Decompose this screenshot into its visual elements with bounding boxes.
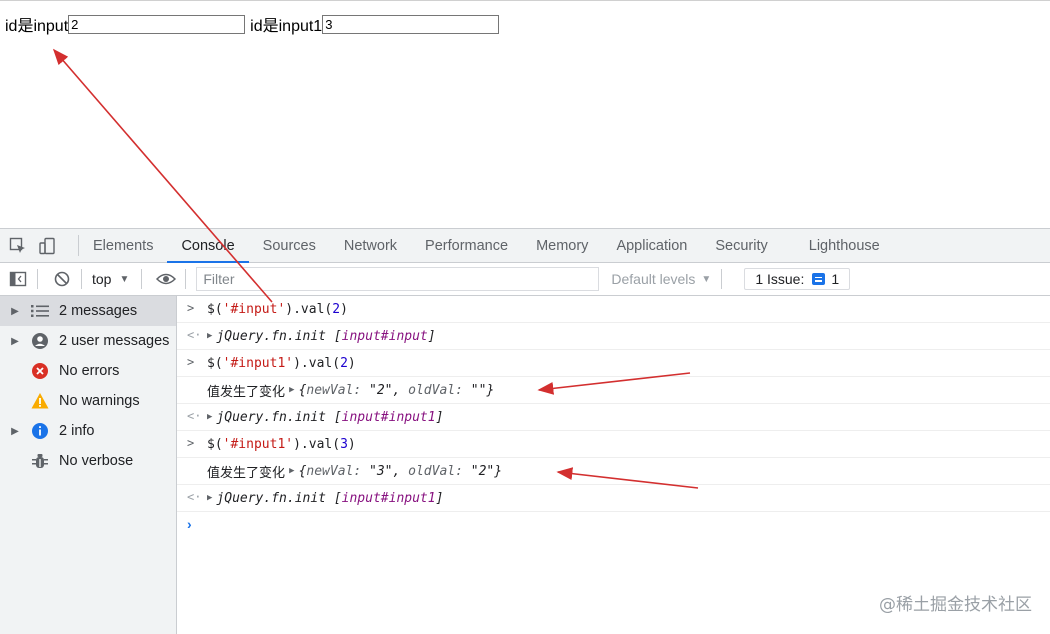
page-content: id是input id是input1 xyxy=(0,0,1050,229)
context-selector[interactable]: top ▼ xyxy=(88,271,135,287)
info-icon xyxy=(29,420,51,442)
chevron-down-icon: ▼ xyxy=(701,273,712,285)
input-chevron-icon: > xyxy=(187,436,195,450)
levels-label: Default levels xyxy=(611,271,696,287)
tab-performance[interactable]: Performance xyxy=(411,229,522,262)
console-result[interactable]: <· ▶ jQuery.fn.init [input#input1] xyxy=(177,404,1050,431)
sidebar-item-warnings[interactable]: No warnings xyxy=(0,386,176,416)
inspect-element-icon[interactable] xyxy=(7,235,29,257)
live-expression-eye-icon[interactable] xyxy=(153,266,179,292)
log-levels-dropdown[interactable]: Default levels ▼ xyxy=(611,271,711,287)
watermark: @稀土掘金技术社区 xyxy=(879,595,1032,615)
input-chevron-icon: > xyxy=(187,301,195,315)
input-label: id是input xyxy=(5,18,69,35)
expand-triangle-icon[interactable]: ▶ xyxy=(207,493,212,503)
devtools-tabbar: Elements Console Sources Network Perform… xyxy=(0,229,1050,263)
input-chevron-icon: > xyxy=(187,355,195,369)
console-result[interactable]: <· ▶ jQuery.fn.init [input#input] xyxy=(177,323,1050,350)
expand-triangle-icon[interactable]: ▶ xyxy=(289,385,294,395)
console-log[interactable]: 值发生了变化 ▶{newVal: "2", oldVal: ""} xyxy=(177,377,1050,404)
sidebar-item-label: 2 info xyxy=(59,423,95,439)
clear-console-icon[interactable] xyxy=(49,266,75,292)
input-row: id是input id是input1 xyxy=(5,12,500,36)
chevron-down-icon: ▼ xyxy=(119,273,130,285)
sidebar-item-label: No warnings xyxy=(59,393,140,409)
input1-label: id是input1 xyxy=(250,18,323,35)
bug-icon xyxy=(29,450,51,472)
console-toolbar: top ▼ Filter Default levels ▼ 1 Issue: 1 xyxy=(0,263,1050,296)
tab-elements[interactable]: Elements xyxy=(79,229,167,262)
console-result[interactable]: <· ▶ jQuery.fn.init [input#input1] xyxy=(177,485,1050,512)
return-arrow-icon: <· xyxy=(187,409,202,423)
expand-triangle-icon[interactable]: ▶ xyxy=(207,412,212,422)
sidebar-item-messages[interactable]: ▶ 2 messages xyxy=(0,296,176,326)
tab-lighthouse[interactable]: Lighthouse xyxy=(782,229,894,262)
issue-message-icon xyxy=(812,273,826,285)
console-prompt[interactable]: › xyxy=(177,512,1050,536)
sidebar-item-label: 2 messages xyxy=(59,303,138,319)
tab-application[interactable]: Application xyxy=(602,229,701,262)
expand-triangle-icon[interactable]: ▶ xyxy=(207,331,212,341)
tab-memory[interactable]: Memory xyxy=(522,229,602,262)
sidebar-item-user-messages[interactable]: ▶ 2 user messages xyxy=(0,326,176,356)
console-command[interactable]: > $('#input1').val(3) xyxy=(177,431,1050,458)
sidebar-item-label: No errors xyxy=(59,363,120,379)
console-command[interactable]: > $('#input1').val(2) xyxy=(177,350,1050,377)
expand-arrow-icon[interactable]: ▶ xyxy=(7,306,23,317)
prompt-chevron-icon: › xyxy=(187,516,192,532)
expand-triangle-icon[interactable]: ▶ xyxy=(289,466,294,476)
sidebar-item-errors[interactable]: No errors xyxy=(0,356,176,386)
issues-button[interactable]: 1 Issue: 1 xyxy=(744,268,851,290)
sidebar-item-verbose[interactable]: No verbose xyxy=(0,446,176,476)
devtools-panel: Elements Console Sources Network Perform… xyxy=(0,228,1050,634)
issues-count: 1 xyxy=(831,271,840,287)
input-field[interactable] xyxy=(68,14,246,34)
input1-field[interactable] xyxy=(322,14,500,34)
return-arrow-icon: <· xyxy=(187,328,202,342)
list-icon xyxy=(29,300,51,322)
tab-network[interactable]: Network xyxy=(330,229,411,262)
warning-icon xyxy=(29,390,51,412)
filter-placeholder: Filter xyxy=(203,271,235,287)
device-toolbar-icon[interactable] xyxy=(36,235,58,257)
console-output: > $('#input').val(2) <· ▶ jQuery.fn.init … xyxy=(177,296,1050,634)
error-icon xyxy=(29,360,51,382)
tab-security[interactable]: Security xyxy=(701,229,781,262)
user-icon xyxy=(29,330,51,352)
console-log[interactable]: 值发生了变化 ▶{newVal: "3", oldVal: "2"} xyxy=(177,458,1050,485)
tab-console[interactable]: Console xyxy=(167,229,249,263)
sidebar-item-info[interactable]: ▶ 2 info xyxy=(0,416,176,446)
context-value: top xyxy=(92,271,112,287)
filter-input[interactable]: Filter xyxy=(196,267,600,291)
console-command[interactable]: > $('#input').val(2) xyxy=(177,296,1050,323)
sidebar-item-label: 2 user messages xyxy=(59,333,170,349)
console-sidebar: ▶ 2 messages ▶ 2 user messages No errors xyxy=(0,296,177,634)
issues-label: 1 Issue: xyxy=(755,271,805,287)
expand-arrow-icon[interactable]: ▶ xyxy=(7,336,23,347)
return-arrow-icon: <· xyxy=(187,490,202,504)
sidebar-item-label: No verbose xyxy=(59,453,134,469)
sidebar-toggle-icon[interactable] xyxy=(5,266,31,292)
tab-sources[interactable]: Sources xyxy=(249,229,330,262)
expand-arrow-icon[interactable]: ▶ xyxy=(7,426,23,437)
